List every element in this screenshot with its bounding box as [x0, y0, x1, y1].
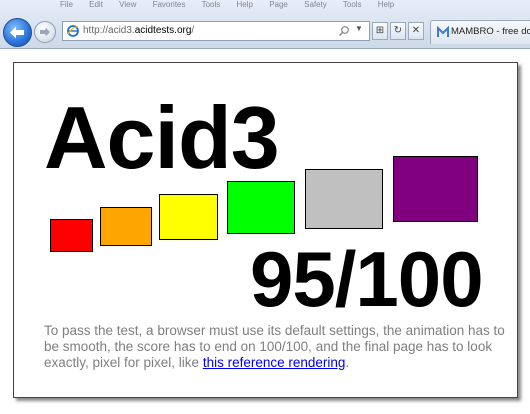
orange-box	[100, 207, 152, 246]
tab-label: MAMBRO - free do	[451, 26, 530, 37]
menu-item[interactable]: Tools	[202, 0, 221, 9]
menu-item[interactable]: Favorites	[153, 0, 186, 9]
close-icon: ✕	[411, 25, 421, 36]
instructions-end: .	[345, 355, 350, 370]
lime-box	[227, 181, 295, 234]
forward-arrow-icon	[40, 27, 50, 37]
reference-rendering-link[interactable]: this reference rendering	[203, 355, 346, 370]
address-bar[interactable]: http://acid3.acidtests.org/ ▼	[62, 21, 370, 41]
menu-item[interactable]: Safety	[304, 0, 327, 9]
menu-item[interactable]: Tools	[343, 0, 362, 9]
mambro-favicon-icon	[437, 26, 449, 37]
search-icon[interactable]	[338, 25, 350, 37]
ie-page-icon	[67, 25, 79, 37]
compat-icon: ⊞	[375, 25, 385, 36]
page-title: Acid3	[44, 88, 280, 187]
purple-box	[393, 156, 478, 222]
browser-tab[interactable]: MAMBRO - free do	[430, 20, 530, 44]
score-display: 95/100	[250, 235, 484, 323]
menu-item[interactable]: Edit	[89, 0, 103, 9]
url-text: http://acid3.acidtests.org/	[83, 25, 194, 36]
back-arrow-icon	[10, 26, 24, 39]
url-domain: acidtests.org	[134, 25, 192, 36]
menu-item[interactable]: View	[119, 0, 136, 9]
menu-item[interactable]: File	[60, 0, 73, 9]
gray-box	[305, 169, 383, 229]
refresh-icon: ↻	[393, 25, 403, 36]
url-prefix: http://acid3.	[83, 25, 135, 36]
instructions-paragraph: To pass the test, a browser must use its…	[44, 323, 514, 371]
menu-item[interactable]: Page	[269, 0, 288, 9]
stop-button[interactable]: ✕	[408, 22, 424, 40]
yellow-box	[159, 194, 218, 240]
chevron-down-icon[interactable]: ▼	[355, 24, 363, 33]
menu-bar: File Edit View Favorites Tools Help Page…	[60, 0, 530, 13]
back-button[interactable]	[3, 18, 32, 47]
refresh-button[interactable]: ↻	[390, 22, 406, 40]
url-suffix: /	[191, 25, 195, 36]
menu-item[interactable]: Help	[237, 0, 253, 9]
menu-item[interactable]: Help	[378, 0, 394, 9]
red-box	[50, 219, 93, 252]
compatibility-view-button[interactable]: ⊞	[372, 22, 388, 40]
page-content: Acid3 95/100 To pass the test, a browser…	[13, 62, 518, 398]
browser-toolbar: File Edit View Favorites Tools Help Page…	[0, 0, 530, 49]
forward-button[interactable]	[34, 21, 56, 43]
